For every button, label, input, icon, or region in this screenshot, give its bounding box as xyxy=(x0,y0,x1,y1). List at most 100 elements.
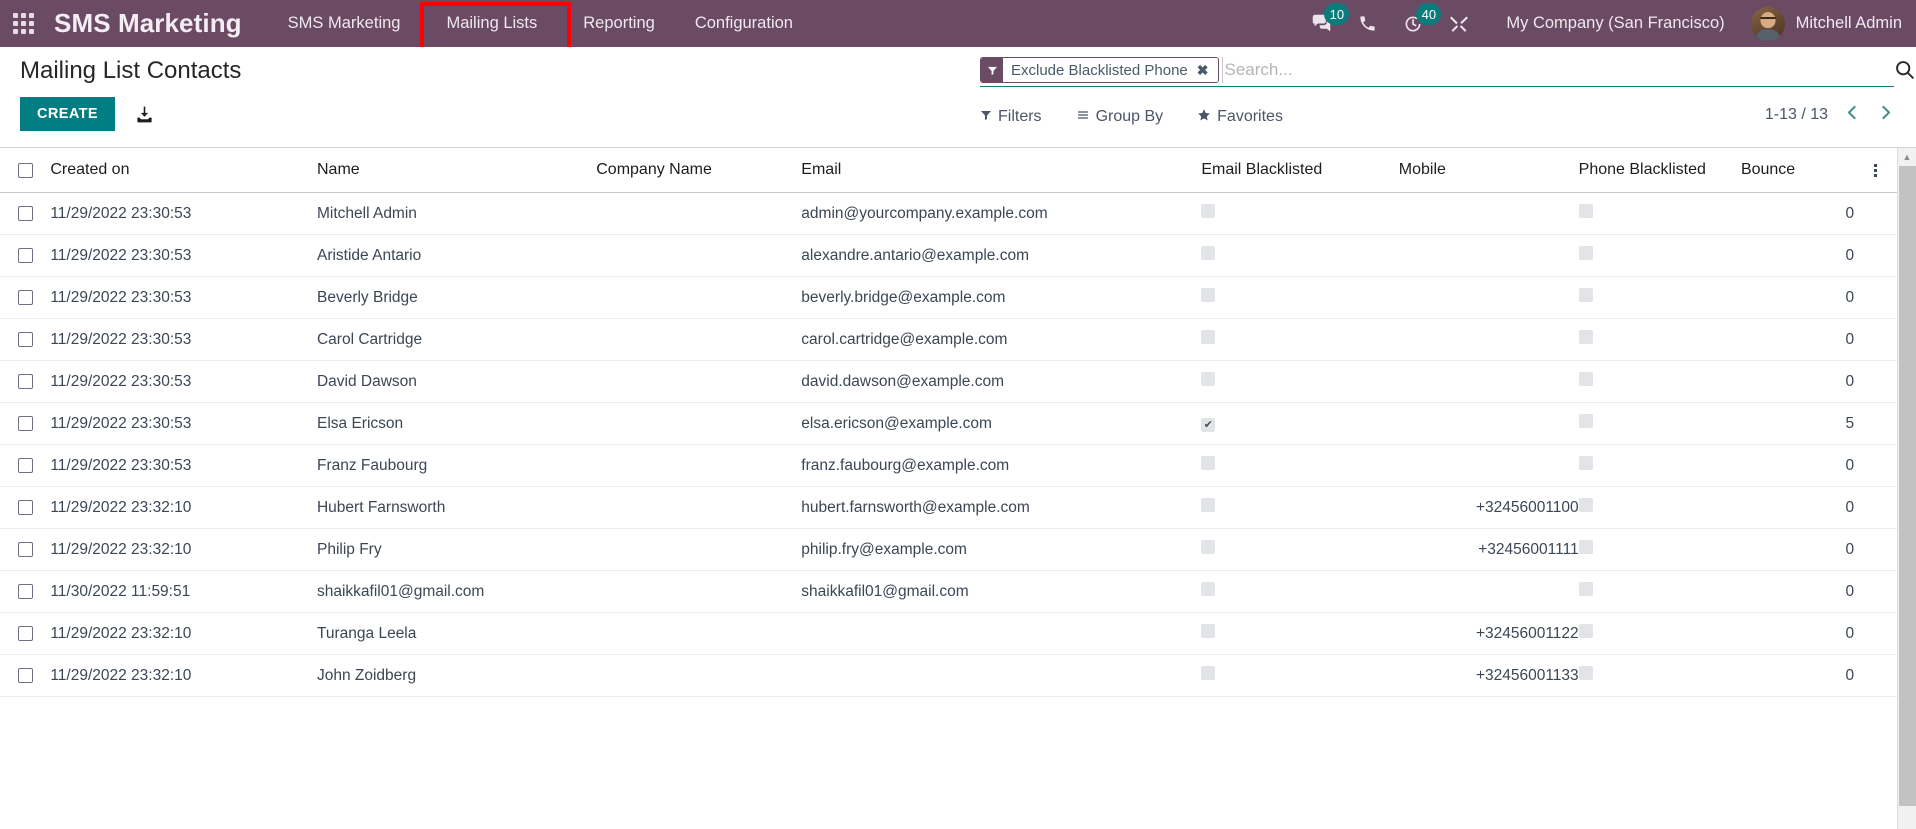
menu-item-reporting[interactable]: Reporting xyxy=(563,0,675,47)
menu-item-mailing-lists[interactable]: Mailing Lists xyxy=(420,0,572,51)
cell-name: John Zoidberg xyxy=(316,654,597,697)
app-brand-title[interactable]: SMS Marketing xyxy=(54,8,242,39)
search-facet-remove-icon[interactable]: ✖ xyxy=(1194,58,1218,82)
phone-blacklisted-checkbox xyxy=(1578,246,1593,260)
company-switcher[interactable]: My Company (San Francisco) xyxy=(1482,14,1740,33)
group-by-dropdown[interactable]: Group By xyxy=(1076,108,1163,126)
table-row[interactable]: 11/30/2022 11:59:51 shaikkafil01@gmail.co… xyxy=(0,570,1897,613)
cell-email: admin@yourcompany.example.com xyxy=(801,192,1202,235)
email-blacklisted-checkbox xyxy=(1201,624,1216,638)
cell-company-name xyxy=(596,234,802,277)
cell-email: elsa.ericson@example.com xyxy=(801,402,1202,445)
menu-item-configuration[interactable]: Configuration xyxy=(675,0,813,47)
cell-mobile xyxy=(1398,402,1579,445)
row-select-checkbox[interactable] xyxy=(18,542,33,557)
row-select-checkbox[interactable] xyxy=(18,458,33,473)
cell-created-on: 11/29/2022 23:30:53 xyxy=(50,360,317,403)
column-header-mobile[interactable]: Mobile xyxy=(1398,148,1579,193)
table-row[interactable]: 11/29/2022 23:30:53 Carol Cartridge carol.… xyxy=(0,318,1897,361)
table-row[interactable]: 11/29/2022 23:30:53 Franz Faubourg franz.f… xyxy=(0,444,1897,487)
search-input-wrapper[interactable] xyxy=(1221,57,1894,83)
cell-name: Franz Faubourg xyxy=(316,444,597,487)
column-header-phone-blacklisted[interactable]: Phone Blacklisted xyxy=(1578,148,1741,193)
row-select-checkbox[interactable] xyxy=(18,584,33,599)
row-select-checkbox[interactable] xyxy=(18,206,33,221)
row-select-checkbox[interactable] xyxy=(18,290,33,305)
cell-email-blacklisted xyxy=(1201,486,1399,529)
row-select-checkbox[interactable] xyxy=(18,332,33,347)
row-select-checkbox[interactable] xyxy=(18,626,33,641)
column-header-bounce[interactable]: Bounce xyxy=(1740,148,1855,193)
cell-phone-blacklisted xyxy=(1578,192,1741,235)
menu-item-sms-marketing[interactable]: SMS Marketing xyxy=(268,0,421,47)
table-row[interactable]: 11/29/2022 23:32:10 Turanga Leela +3245600… xyxy=(0,612,1897,655)
row-select-checkbox[interactable] xyxy=(18,416,33,431)
cell-mobile xyxy=(1398,192,1579,235)
table-row[interactable]: 11/29/2022 23:32:10 John Zoidberg +3245600… xyxy=(0,654,1897,697)
scroll-up-arrow-icon[interactable]: ▲ xyxy=(1898,148,1916,165)
cell-created-on: 11/29/2022 23:32:10 xyxy=(50,528,317,571)
column-header-created-on[interactable]: Created on xyxy=(50,148,317,193)
row-select-checkbox[interactable] xyxy=(18,668,33,683)
row-select-cell xyxy=(0,654,51,697)
table-row[interactable]: 11/29/2022 23:32:10 Philip Fry philip.fry@… xyxy=(0,528,1897,571)
cell-email: franz.faubourg@example.com xyxy=(801,444,1202,487)
column-header-name[interactable]: Name xyxy=(316,148,597,193)
pager-next-button[interactable] xyxy=(1877,103,1894,126)
select-all-header xyxy=(0,148,51,193)
star-icon xyxy=(1197,108,1211,127)
table-row[interactable]: 11/29/2022 23:32:10 Hubert Farnsworth hube… xyxy=(0,486,1897,529)
cell-created-on: 11/30/2022 11:59:51 xyxy=(50,570,317,613)
phone-blacklisted-checkbox xyxy=(1578,498,1593,512)
cell-email: hubert.farnsworth@example.com xyxy=(801,486,1202,529)
select-all-checkbox[interactable] xyxy=(18,162,33,178)
column-header-email[interactable]: Email xyxy=(801,148,1202,193)
import-records-icon[interactable] xyxy=(135,105,154,124)
search-icon[interactable] xyxy=(1894,59,1916,85)
activities-clock-icon[interactable]: 40 xyxy=(1390,0,1442,47)
row-select-cell xyxy=(0,402,51,445)
table-row[interactable]: 11/29/2022 23:30:53 Elsa Ericson elsa.eric… xyxy=(0,402,1897,445)
pager-previous-button[interactable] xyxy=(1844,103,1861,126)
control-panel-actions: CREATE xyxy=(20,97,241,131)
email-blacklisted-checkbox: ✔ xyxy=(1201,418,1216,432)
cell-phone-blacklisted xyxy=(1578,486,1741,529)
apps-grid-icon[interactable] xyxy=(0,0,46,47)
table-row[interactable]: 11/29/2022 23:30:53 David Dawson david.daw… xyxy=(0,360,1897,403)
table-row[interactable]: 11/29/2022 23:30:53 Aristide Antario alexa… xyxy=(0,234,1897,277)
row-select-cell xyxy=(0,276,51,319)
row-select-checkbox[interactable] xyxy=(18,248,33,263)
search-bar[interactable]: Exclude Blacklisted Phone ✖ xyxy=(980,57,1914,87)
cell-options xyxy=(1854,192,1897,235)
main-menu: SMS Marketing Mailing Lists Reporting Co… xyxy=(268,0,813,51)
favorites-dropdown[interactable]: Favorites xyxy=(1197,108,1283,127)
scrollbar-thumb[interactable] xyxy=(1899,166,1916,806)
row-select-checkbox[interactable] xyxy=(18,374,33,389)
cell-email xyxy=(801,612,1202,655)
phone-blacklisted-checkbox xyxy=(1578,624,1593,638)
cell-email-blacklisted xyxy=(1201,276,1399,319)
row-select-checkbox[interactable] xyxy=(18,500,33,515)
phone-icon[interactable] xyxy=(1344,0,1390,47)
cell-mobile: +32456001100 xyxy=(1398,486,1579,529)
cell-options xyxy=(1854,486,1897,529)
table-row[interactable]: 11/29/2022 23:30:53 Beverly Bridge beverly… xyxy=(0,276,1897,319)
column-header-company-name[interactable]: Company Name xyxy=(596,148,802,193)
search-facet-exclude-blacklisted-phone[interactable]: Exclude Blacklisted Phone ✖ xyxy=(980,57,1219,83)
cell-email-blacklisted xyxy=(1201,612,1399,655)
cell-email: beverly.bridge@example.com xyxy=(801,276,1202,319)
table-row[interactable]: 11/29/2022 23:30:53 Mitchell Admin admin@y… xyxy=(0,192,1897,235)
column-header-email-blacklisted[interactable]: Email Blacklisted xyxy=(1201,148,1399,193)
cell-company-name xyxy=(596,360,802,403)
vertical-scrollbar[interactable]: ▲ xyxy=(1897,148,1916,829)
cell-name: Turanga Leela xyxy=(316,612,597,655)
filters-dropdown[interactable]: Filters xyxy=(980,108,1042,126)
optional-columns-icon[interactable] xyxy=(1854,163,1897,177)
user-menu[interactable]: Mitchell Admin xyxy=(1741,6,1902,41)
cell-company-name xyxy=(596,612,802,655)
search-input[interactable] xyxy=(1224,60,1894,80)
messages-icon[interactable]: 10 xyxy=(1298,0,1350,47)
create-button[interactable]: CREATE xyxy=(20,97,115,131)
debug-tools-icon[interactable] xyxy=(1436,0,1482,47)
cell-email-blacklisted xyxy=(1201,192,1399,235)
